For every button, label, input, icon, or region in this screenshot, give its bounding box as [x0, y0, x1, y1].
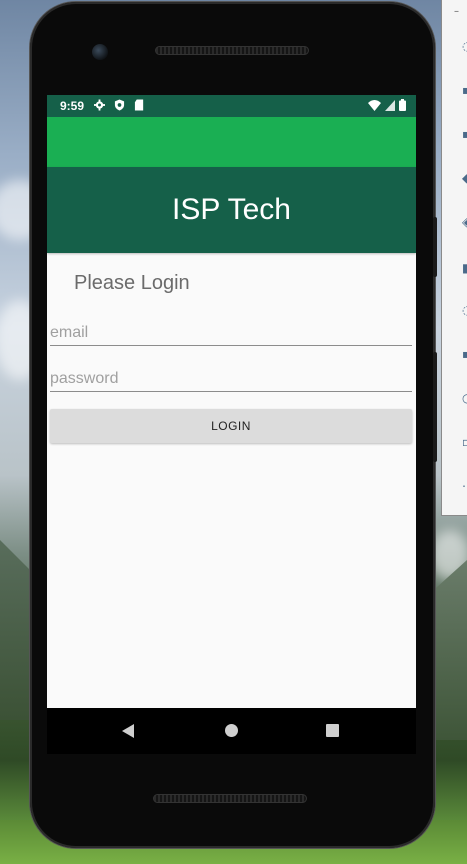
bottom-speaker: [153, 794, 307, 803]
signal-icon: [385, 99, 395, 111]
back-tool-icon[interactable]: ▪: [462, 348, 467, 360]
navigation-bar: [47, 708, 416, 754]
battery-icon: [399, 99, 406, 111]
home-icon[interactable]: [225, 724, 238, 737]
front-camera: [92, 44, 108, 60]
wifi-icon: [368, 99, 381, 111]
overview-tool-icon[interactable]: ▫: [462, 436, 467, 448]
power-button[interactable]: [433, 217, 437, 277]
login-subtitle: Please Login: [74, 272, 190, 294]
login-button[interactable]: LOGIN: [50, 409, 412, 443]
top-speaker: [155, 46, 309, 55]
email-field[interactable]: [50, 320, 412, 346]
side-tool-panel: – ◌ ▪ ▪ ◆ ◈ ■ ◌ ▪ ○ ▫ ⋯: [441, 0, 467, 516]
rotate-right-icon[interactable]: ◈: [462, 216, 467, 228]
camera-icon[interactable]: ■: [462, 262, 467, 274]
password-field[interactable]: [50, 366, 412, 392]
volume-down-icon[interactable]: ▪: [462, 128, 467, 140]
status-right-icons: [368, 99, 406, 111]
screen: 9:59 ISP Tech Please Login email LOGIN: [47, 95, 416, 708]
sd-card-icon: [134, 99, 144, 111]
gear-icon: [94, 99, 105, 111]
back-icon[interactable]: [122, 724, 134, 738]
zoom-icon[interactable]: ◌: [462, 304, 467, 316]
power-icon[interactable]: ◌: [462, 40, 467, 52]
app-title: ISP Tech: [172, 193, 291, 226]
minimize-dash[interactable]: –: [454, 6, 459, 17]
recents-icon[interactable]: [326, 724, 339, 737]
volume-button[interactable]: [433, 352, 437, 462]
status-bar: 9:59: [47, 95, 416, 117]
volume-up-icon[interactable]: ▪: [462, 84, 467, 96]
phone-frame: 9:59 ISP Tech Please Login email LOGIN: [30, 2, 437, 848]
more-icon[interactable]: ⋯: [462, 480, 467, 492]
app-toolbar: [47, 117, 416, 167]
home-tool-icon[interactable]: ○: [462, 392, 467, 404]
shield-icon: [114, 99, 125, 111]
status-time: 9:59: [60, 99, 85, 113]
rotate-left-icon[interactable]: ◆: [462, 172, 467, 184]
app-header: ISP Tech: [47, 167, 416, 253]
